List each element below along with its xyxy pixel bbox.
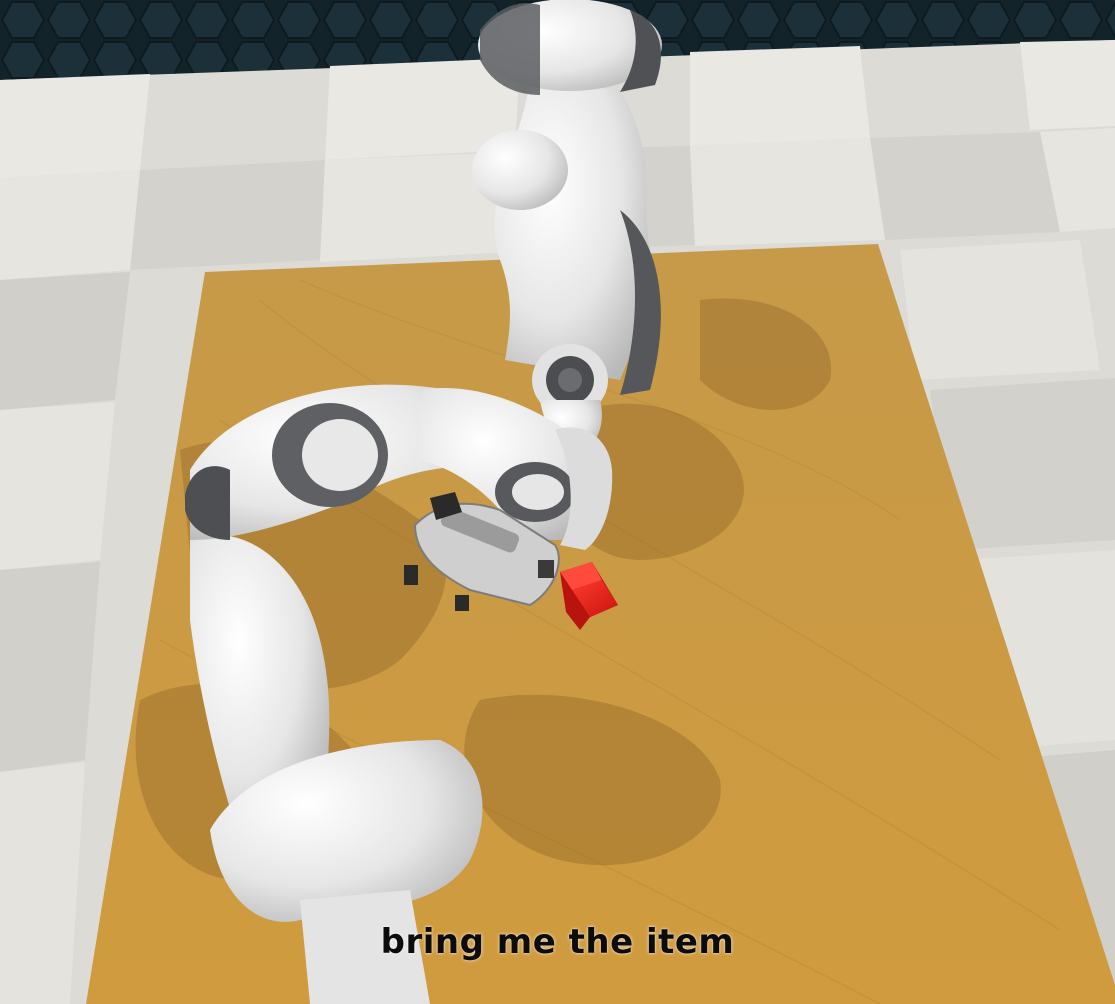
simulation-scene (0, 0, 1115, 1004)
